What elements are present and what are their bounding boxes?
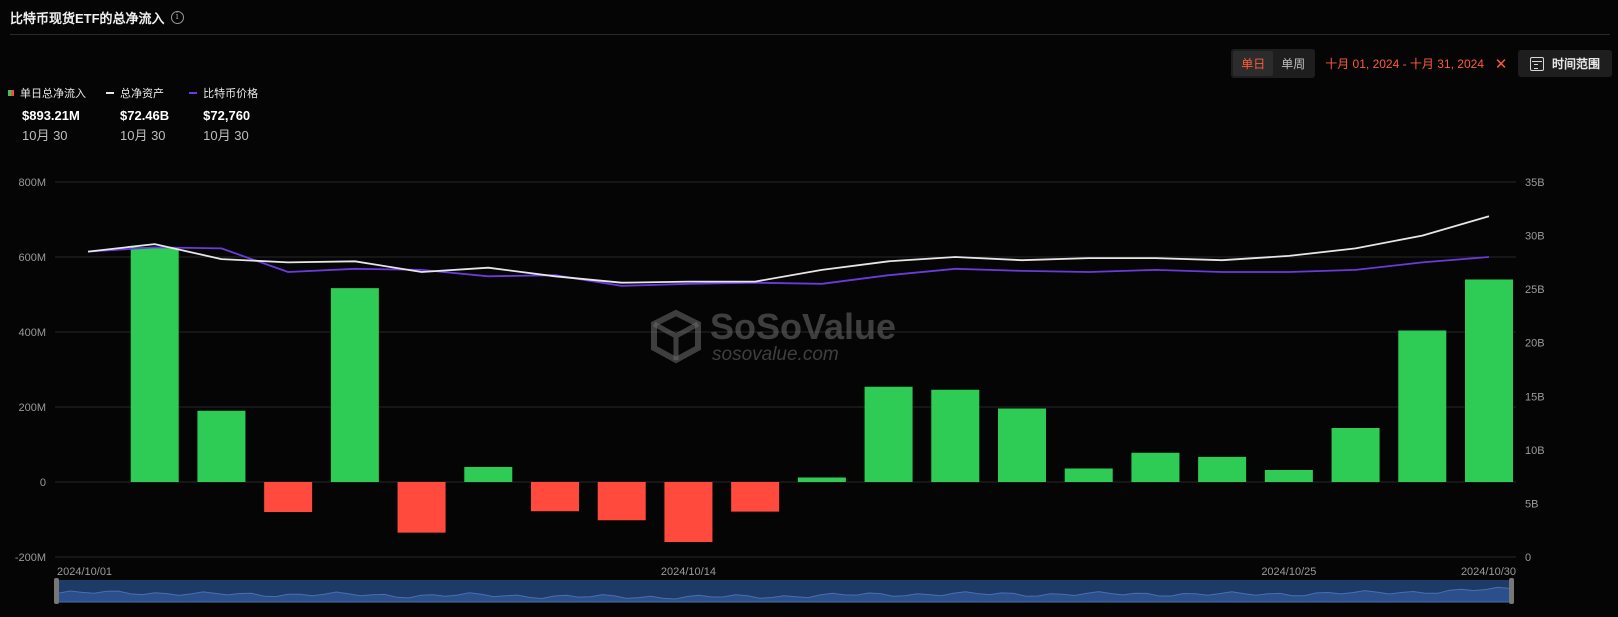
y-left-tick-label: -200M (15, 552, 46, 564)
bar (1331, 428, 1380, 482)
bar (1064, 468, 1113, 482)
bar (797, 477, 846, 482)
x-tick-label: 2024/10/30 (1461, 566, 1516, 578)
bar (330, 288, 379, 482)
bar (531, 482, 579, 512)
y-right-tick-label: 15B (1525, 391, 1545, 403)
y-left-tick-label: 800M (18, 177, 46, 189)
y-left-tick-label: 400M (18, 327, 46, 339)
btc-price-line (87, 246, 1490, 287)
navigator-layer (54, 578, 1514, 604)
bar-layer (130, 247, 1513, 542)
watermark-brand: SoSoValue (710, 306, 896, 347)
bar (931, 389, 980, 482)
chart-plot[interactable]: SoSoValuesosovalue.com 800M 600M 400M 200M 0… (0, 0, 1618, 617)
bar (1131, 452, 1180, 482)
y-right-tick-label: 10B (1525, 445, 1545, 457)
y-right-tick-label: 0 (1525, 552, 1531, 564)
y-left-tick-label: 200M (18, 402, 46, 414)
x-tick-label: 2024/10/25 (1261, 566, 1316, 578)
y-right-tick-label: 30B (1525, 231, 1545, 243)
x-tick-label: 2024/10/01 (57, 566, 112, 578)
bar (864, 386, 913, 482)
bar (464, 467, 513, 482)
y-right-tick-label: 35B (1525, 177, 1545, 189)
page: 比特币现货ETF的总净流入 i 单日 单周 十月 01, 2024 - 十月 3… (0, 0, 1618, 617)
bar (197, 410, 246, 482)
bar (1264, 470, 1313, 482)
y-left-tick-label: 600M (18, 252, 46, 264)
watermark-layer: SoSoValuesosovalue.com (651, 306, 896, 365)
bar (1465, 279, 1513, 482)
bar (1398, 330, 1447, 482)
axis-layer: 800M 600M 400M 200M 0 -200M 35B 30B 25B 20B 15B 10B… (15, 177, 1545, 578)
bar (397, 482, 446, 533)
bar (264, 482, 313, 512)
bar (731, 482, 780, 512)
bar (597, 482, 646, 521)
line-layer (87, 215, 1490, 287)
range-handle-left (54, 578, 59, 604)
bar (998, 408, 1046, 482)
y-right-tick-label: 25B (1525, 284, 1545, 296)
watermark-url: sosovalue.com (712, 344, 839, 365)
y-right-tick-label: 20B (1525, 338, 1545, 350)
y-right-tick-label: 5B (1525, 498, 1538, 510)
x-tick-label: 2024/10/14 (661, 566, 716, 578)
range-handle-right (1509, 578, 1514, 604)
bar (130, 247, 179, 482)
y-left-tick-label: 0 (40, 477, 46, 489)
bar (664, 482, 713, 542)
bar (1198, 456, 1247, 482)
